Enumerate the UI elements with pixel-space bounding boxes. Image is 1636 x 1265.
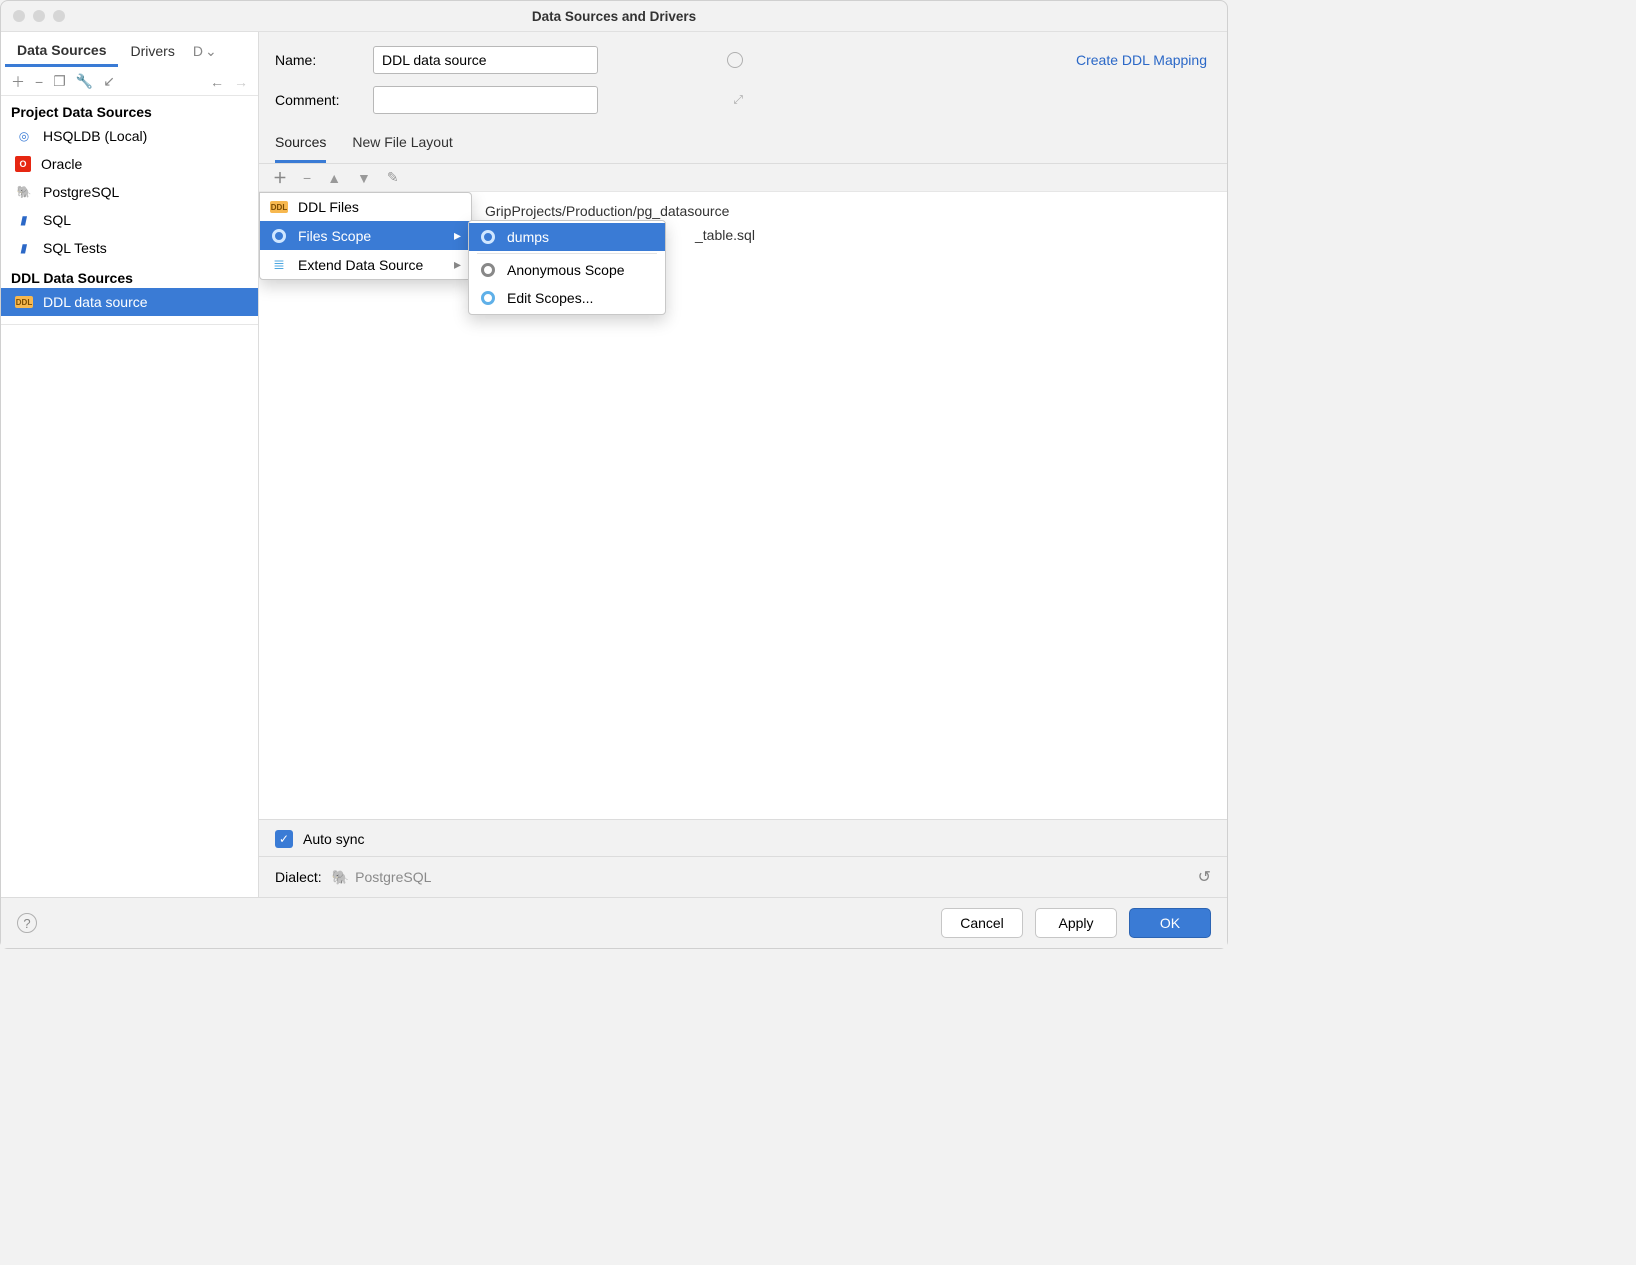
name-input[interactable] <box>373 46 598 74</box>
traffic-close[interactable] <box>13 10 25 22</box>
autosync-row: ✓ Auto sync <box>259 819 1227 856</box>
add-icon[interactable]: ＋ <box>11 72 25 92</box>
import-icon[interactable]: ↙ <box>103 73 115 90</box>
ddl-icon: DDL <box>15 296 33 308</box>
autosync-checkbox[interactable]: ✓ <box>275 830 293 848</box>
move-down-icon[interactable]: ▼ <box>357 170 371 186</box>
postgres-icon: 🐘 <box>332 869 349 886</box>
comment-label: Comment: <box>275 92 357 108</box>
edit-source-icon[interactable]: ✎ <box>387 169 399 186</box>
scope-icon <box>481 291 495 305</box>
create-ddl-mapping-link[interactable]: Create DDL Mapping <box>1076 52 1207 68</box>
back-icon[interactable]: ← <box>210 74 224 90</box>
sidebar-item-label: PostgreSQL <box>43 184 119 200</box>
sql-file-icon: ▮ <box>13 211 35 229</box>
window-title: Data Sources and Drivers <box>532 9 696 24</box>
sidebar-item-oracle[interactable]: O Oracle <box>1 150 258 178</box>
menu-item-ddl-files[interactable]: DDL DDL Files <box>260 193 471 221</box>
dialect-label: Dialect: <box>275 869 322 885</box>
scope-icon <box>481 263 495 277</box>
sidebar-item-label: SQL Tests <box>43 240 107 256</box>
dialog-footer: ? Cancel Apply OK <box>1 897 1227 948</box>
oracle-icon: O <box>15 156 31 172</box>
chevron-down-icon: ⌄ <box>205 43 217 59</box>
apply-button[interactable]: Apply <box>1035 908 1117 938</box>
sidebar-tab-datasources[interactable]: Data Sources <box>5 36 118 67</box>
sidebar-item-label: HSQLDB (Local) <box>43 128 147 144</box>
menu-item-extend-data-source[interactable]: ≣ Extend Data Source ▸ <box>260 250 471 279</box>
remove-source-icon[interactable]: − <box>303 170 311 186</box>
sidebar-toolbar: ＋ − ❐ 🔧 ↙ ← → <box>1 68 258 96</box>
sidebar: Data Sources Drivers D⌄ ＋ − ❐ 🔧 ↙ ← → Pr… <box>1 32 259 897</box>
traffic-zoom[interactable] <box>53 10 65 22</box>
sidebar-item-label: SQL <box>43 212 71 228</box>
cancel-button[interactable]: Cancel <box>941 908 1023 938</box>
sidebar-item-postgresql[interactable]: 🐘 PostgreSQL <box>1 178 258 206</box>
add-source-icon[interactable]: ＋ <box>273 168 287 188</box>
sidebar-item-ddl-data-source[interactable]: DDL DDL data source <box>1 288 258 316</box>
database-icon: ≣ <box>270 256 288 273</box>
titlebar: Data Sources and Drivers <box>1 1 1227 31</box>
chevron-right-icon: ▸ <box>454 256 461 273</box>
ok-button[interactable]: OK <box>1129 908 1211 938</box>
help-icon[interactable]: ? <box>17 913 37 933</box>
submenu-item-dumps[interactable]: dumps <box>469 223 665 251</box>
submenu-item-edit-scopes[interactable]: Edit Scopes... <box>469 284 665 312</box>
sidebar-item-hsqldb[interactable]: ◎ HSQLDB (Local) <box>1 122 258 150</box>
sidebar-item-label: DDL data source <box>43 294 148 310</box>
dialect-value-link[interactable]: 🐘 PostgreSQL <box>332 869 432 886</box>
tab-new-file-layout[interactable]: New File Layout <box>352 126 452 163</box>
ddl-icon: DDL <box>270 201 288 213</box>
add-source-menu: DDL DDL Files Files Scope ▸ ≣ Extend Dat… <box>259 192 472 280</box>
tab-sources[interactable]: Sources <box>275 126 326 163</box>
color-indicator-icon[interactable] <box>727 52 743 68</box>
files-scope-submenu: dumps Anonymous Scope Edit Scopes... <box>468 220 666 315</box>
dialect-row: Dialect: 🐘 PostgreSQL ↺ <box>259 856 1227 897</box>
expand-icon[interactable]: ⤢ <box>733 93 743 108</box>
section-project-data-sources: Project Data Sources <box>1 96 258 122</box>
wrench-icon[interactable]: 🔧 <box>76 73 93 90</box>
remove-icon[interactable]: − <box>35 74 43 90</box>
sidebar-item-label: Oracle <box>41 156 82 172</box>
menu-item-files-scope[interactable]: Files Scope ▸ <box>260 221 471 250</box>
sources-toolbar: ＋ − ▲ ▼ ✎ <box>259 164 1227 192</box>
section-ddl-data-sources: DDL Data Sources <box>1 262 258 288</box>
sidebar-item-sqltests[interactable]: ▮ SQL Tests <box>1 234 258 262</box>
reset-dialect-icon[interactable]: ↺ <box>1198 867 1211 887</box>
scope-icon <box>272 229 286 243</box>
name-label: Name: <box>275 52 357 68</box>
chevron-right-icon: ▸ <box>454 227 461 244</box>
sidebar-tab-more[interactable]: D⌄ <box>187 37 223 66</box>
sidebar-tab-drivers[interactable]: Drivers <box>118 37 186 65</box>
submenu-item-anonymous-scope[interactable]: Anonymous Scope <box>469 256 665 284</box>
sidebar-item-sql[interactable]: ▮ SQL <box>1 206 258 234</box>
traffic-minimize[interactable] <box>33 10 45 22</box>
postgres-icon: 🐘 <box>15 183 33 201</box>
forward-icon[interactable]: → <box>234 74 248 90</box>
comment-input[interactable] <box>373 86 598 114</box>
hsqldb-icon: ◎ <box>15 127 33 145</box>
copy-icon[interactable]: ❐ <box>53 73 66 90</box>
scope-icon <box>481 230 495 244</box>
move-up-icon[interactable]: ▲ <box>327 170 341 186</box>
autosync-label: Auto sync <box>303 831 364 847</box>
sql-file-icon: ▮ <box>13 239 35 257</box>
